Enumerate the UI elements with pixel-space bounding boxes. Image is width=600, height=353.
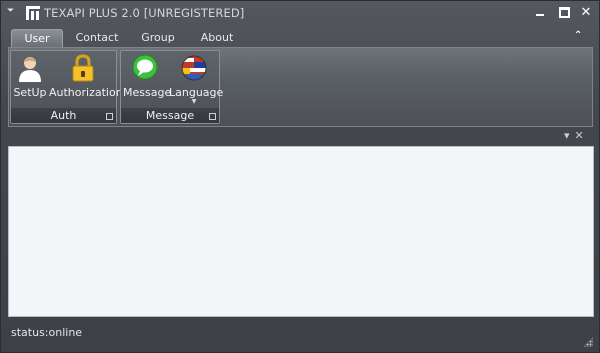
maximize-button[interactable] xyxy=(555,5,573,21)
group-auth: SetUp Authorization Auth xyxy=(10,50,123,124)
message-button[interactable]: Message xyxy=(123,54,172,99)
app-logo-icon xyxy=(26,6,40,20)
group-message-label: Message xyxy=(121,108,219,123)
minimize-icon xyxy=(536,14,544,16)
ribbon-tabs: User Contact Group About xyxy=(9,29,593,47)
setup-button[interactable]: SetUp xyxy=(13,54,47,99)
system-menu-icon[interactable]: ⏷ xyxy=(7,6,19,20)
tab-about[interactable]: About xyxy=(195,29,239,47)
chevron-down-icon: ▼ xyxy=(191,98,197,105)
resize-grip-icon[interactable] xyxy=(583,337,593,347)
collapse-ribbon-icon[interactable]: ⌃ xyxy=(574,30,582,41)
minimize-button[interactable] xyxy=(531,5,549,21)
maximize-icon xyxy=(558,7,570,18)
authorization-button[interactable]: Authorization xyxy=(49,54,123,99)
language-button[interactable]: Language ▼ xyxy=(169,54,223,105)
flags-globe-icon xyxy=(181,55,207,81)
panel-close-icon[interactable]: ✕ xyxy=(575,129,584,142)
group-message: Message Language ▼ Message xyxy=(120,50,223,124)
tab-user[interactable]: User xyxy=(11,29,63,47)
close-button[interactable]: ✕ xyxy=(577,5,595,21)
title-bar[interactable]: ⏷ TEXAPI PLUS 2.0 [UNREGISTERED] ✕ xyxy=(1,1,599,27)
status-text: status:online xyxy=(11,326,83,339)
app-window: ⏷ TEXAPI PLUS 2.0 [UNREGISTERED] ✕ User … xyxy=(0,0,600,353)
ribbon: SetUp Authorization Auth Message Languag… xyxy=(8,47,593,127)
main-content-area[interactable] xyxy=(8,146,594,317)
setup-label: SetUp xyxy=(13,86,47,99)
pin-dropdown-icon[interactable]: ▾ xyxy=(564,129,570,142)
authorization-label: Authorization xyxy=(49,86,123,99)
group-auth-label: Auth xyxy=(11,108,116,123)
user-icon xyxy=(19,57,41,82)
group-auth-launcher-icon[interactable] xyxy=(106,113,113,120)
group-message-launcher-icon[interactable] xyxy=(209,113,216,120)
tab-contact[interactable]: Contact xyxy=(73,29,121,47)
speech-bubble-icon xyxy=(132,54,158,80)
padlock-icon xyxy=(72,54,94,82)
panel-tools: ▾ ✕ xyxy=(559,129,584,142)
tab-group[interactable]: Group xyxy=(135,29,181,47)
message-label: Message xyxy=(123,86,172,99)
window-title: TEXAPI PLUS 2.0 [UNREGISTERED] xyxy=(44,6,245,20)
